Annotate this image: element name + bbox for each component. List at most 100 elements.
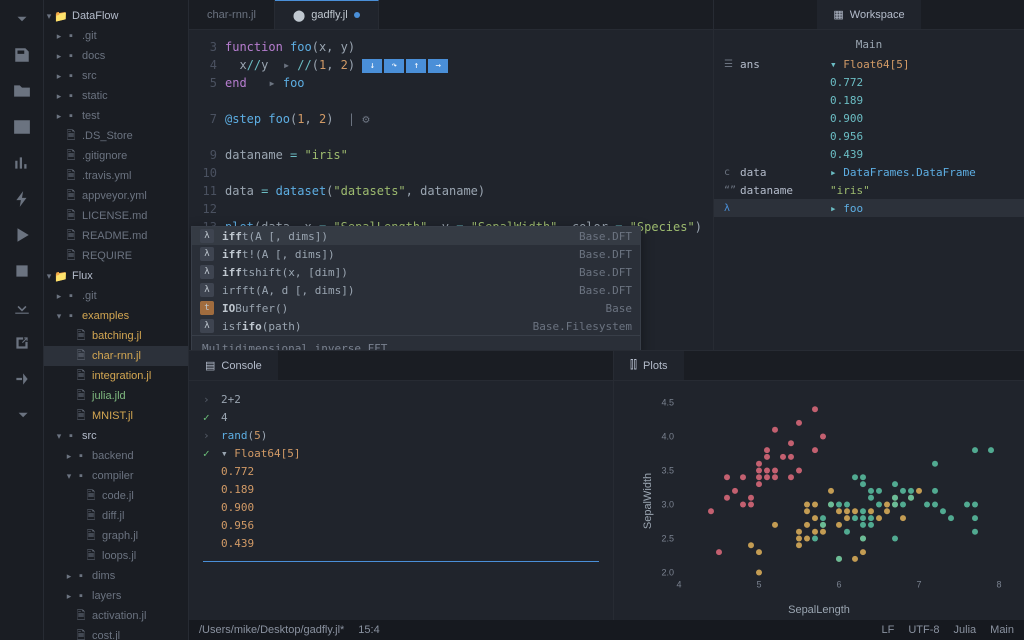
ws-row-dataname[interactable]: “”dataname"iris": [714, 181, 1024, 199]
autocomplete-item[interactable]: λ isfifo(path)Base.Filesystem: [192, 317, 640, 335]
tree-item[interactable]: ▸ ▪ backend: [44, 446, 188, 466]
tree-item[interactable]: 🗎 activation.jl: [44, 606, 188, 626]
tree-item[interactable]: 🗎 char-rnn.jl: [44, 346, 188, 366]
svg-text:7: 7: [916, 580, 921, 590]
svg-text:5: 5: [756, 580, 761, 590]
tree-item[interactable]: ▸ ▪ test: [44, 106, 188, 126]
ws-value: 0.439: [714, 145, 1024, 163]
tab-gadfly[interactable]: ⬤ gadfly.jl: [275, 0, 379, 29]
status-enc[interactable]: UTF-8: [908, 624, 939, 636]
collapse-icon[interactable]: [13, 370, 31, 388]
lightning-icon[interactable]: [13, 190, 31, 208]
status-lang[interactable]: Julia: [954, 624, 977, 636]
code-editor[interactable]: 345 7 9101112131415 function foo(x, y) x…: [189, 30, 713, 350]
console-value: 0.439: [203, 535, 599, 553]
tree-item[interactable]: ▸ ▪ layers: [44, 586, 188, 606]
tab-char-rnn[interactable]: char-rnn.jl: [189, 0, 275, 29]
continue-icon[interactable]: →: [428, 59, 448, 73]
tree-item[interactable]: 🗎 LICENSE.md: [44, 206, 188, 226]
status-pos[interactable]: 15:4: [358, 624, 379, 636]
tree-item[interactable]: ▸ ▪ docs: [44, 46, 188, 66]
play-icon[interactable]: [13, 226, 31, 244]
chevron-icon[interactable]: [13, 10, 31, 28]
panel-title: Plots: [643, 360, 667, 372]
status-path[interactable]: /Users/mike/Desktop/gadfly.jl*: [199, 624, 344, 636]
chart-icon[interactable]: [13, 154, 31, 172]
tab-label: char-rnn.jl: [207, 9, 256, 21]
share-icon[interactable]: [13, 334, 31, 352]
svg-text:3.0: 3.0: [661, 500, 674, 510]
tab-plots[interactable]: ⫿⫿Plots: [614, 351, 684, 380]
more-icon[interactable]: [13, 406, 31, 424]
tab-label: gadfly.jl: [311, 9, 347, 21]
step-over-icon[interactable]: ↷: [384, 59, 404, 73]
step-into-icon[interactable]: ↓: [362, 59, 382, 73]
tab-console[interactable]: ▤Console: [189, 351, 278, 380]
ws-value: 0.772: [714, 73, 1024, 91]
tree-item[interactable]: 🗎 code.jl: [44, 486, 188, 506]
console-panel: ▤Console ›2+2 ✓4 ›rand(5) ✓▾ Float64[5] …: [189, 351, 614, 620]
tree-item[interactable]: ▸ ▪ .git: [44, 26, 188, 46]
tree-item[interactable]: 🗎 REQUIRE: [44, 246, 188, 266]
tree-item[interactable]: 🗎 loops.jl: [44, 546, 188, 566]
tree-item[interactable]: ▸ ▪ src: [44, 66, 188, 86]
tree-item[interactable]: 🗎 .gitignore: [44, 146, 188, 166]
folder-icon[interactable]: [13, 82, 31, 100]
panel-title: Workspace: [850, 9, 905, 21]
tree-item[interactable]: 🗎 README.md: [44, 226, 188, 246]
tree-item[interactable]: 🗎 integration.jl: [44, 366, 188, 386]
download-icon[interactable]: [13, 298, 31, 316]
svg-text:2.5: 2.5: [661, 534, 674, 544]
tree-item[interactable]: ▾ 📁 DataFlow: [44, 6, 188, 26]
tree-item[interactable]: ▸ ▪ .git: [44, 286, 188, 306]
console-value: 0.772: [203, 463, 599, 481]
save-icon[interactable]: [13, 46, 31, 64]
modified-dot-icon: [354, 12, 360, 18]
tree-item[interactable]: 🗎 MNIST.jl: [44, 406, 188, 426]
svg-text:4.0: 4.0: [661, 432, 674, 442]
tree-item[interactable]: 🗎 .DS_Store: [44, 126, 188, 146]
editor-tabs: char-rnn.jl ⬤ gadfly.jl: [189, 0, 713, 30]
activity-bar: [0, 0, 44, 640]
svg-text:3.5: 3.5: [661, 466, 674, 476]
editor-area: char-rnn.jl ⬤ gadfly.jl 345 7 9101112131…: [189, 0, 714, 350]
tree-item[interactable]: ▾ 📁 Flux: [44, 266, 188, 286]
status-eol[interactable]: LF: [882, 624, 895, 636]
autocomplete-item[interactable]: λ irfft(A, d [, dims])Base.DFT: [192, 281, 640, 299]
ws-row-foo[interactable]: λ▸ foo: [714, 199, 1024, 217]
tree-item[interactable]: 🗎 julia.jld: [44, 386, 188, 406]
tab-workspace[interactable]: ▦Workspace: [817, 0, 920, 29]
autocomplete-item[interactable]: λ ifftshift(x, [dim])Base.DFT: [192, 263, 640, 281]
autocomplete-popup: λ ifft(A [, dims])Base.DFT λ ifft!(A [, …: [191, 226, 641, 350]
tree-item[interactable]: 🗎 .travis.yml: [44, 166, 188, 186]
autocomplete-doc: Multidimensional inverse FFT.: [192, 335, 640, 350]
plot-area[interactable]: 2.02.53.03.54.04.545678 SepalLength Sepa…: [614, 381, 1024, 620]
plots-panel: ⫿⫿Plots 2.02.53.03.54.04.545678 SepalLen…: [614, 351, 1024, 620]
ws-row-ans[interactable]: ☰ans▾ Float64[5]: [714, 55, 1024, 73]
tree-item[interactable]: ▾ ▪ compiler: [44, 466, 188, 486]
stop-icon[interactable]: [13, 262, 31, 280]
tree-item[interactable]: ▸ ▪ dims: [44, 566, 188, 586]
tree-item[interactable]: ▾ ▪ examples: [44, 306, 188, 326]
console-value: 0.900: [203, 499, 599, 517]
console-body[interactable]: ›2+2 ✓4 ›rand(5) ✓▾ Float64[5] 0.7720.18…: [189, 381, 613, 620]
autocomplete-item[interactable]: λ ifft(A [, dims])Base.DFT: [192, 227, 640, 245]
autocomplete-item[interactable]: λ ifft!(A [, dims])Base.DFT: [192, 245, 640, 263]
y-axis-label: SepalWidth: [642, 472, 654, 528]
ws-row-data[interactable]: cdata▸ DataFrames.DataFrame: [714, 163, 1024, 181]
status-scope[interactable]: Main: [990, 624, 1014, 636]
step-out-icon[interactable]: ↑: [406, 59, 426, 73]
x-axis-label: SepalLength: [788, 604, 850, 616]
tree-item[interactable]: ▸ ▪ static: [44, 86, 188, 106]
terminal-icon[interactable]: [13, 118, 31, 136]
tree-item[interactable]: 🗎 batching.jl: [44, 326, 188, 346]
tree-item[interactable]: ▾ ▪ src: [44, 426, 188, 446]
ws-value: 0.189: [714, 91, 1024, 109]
autocomplete-item[interactable]: t IOBuffer()Base: [192, 299, 640, 317]
svg-text:8: 8: [996, 580, 1001, 590]
tree-item[interactable]: 🗎 diff.jl: [44, 506, 188, 526]
tree-item[interactable]: 🗎 cost.jl: [44, 626, 188, 640]
workspace-scope: Main: [714, 34, 1024, 55]
tree-item[interactable]: 🗎 appveyor.yml: [44, 186, 188, 206]
tree-item[interactable]: 🗎 graph.jl: [44, 526, 188, 546]
